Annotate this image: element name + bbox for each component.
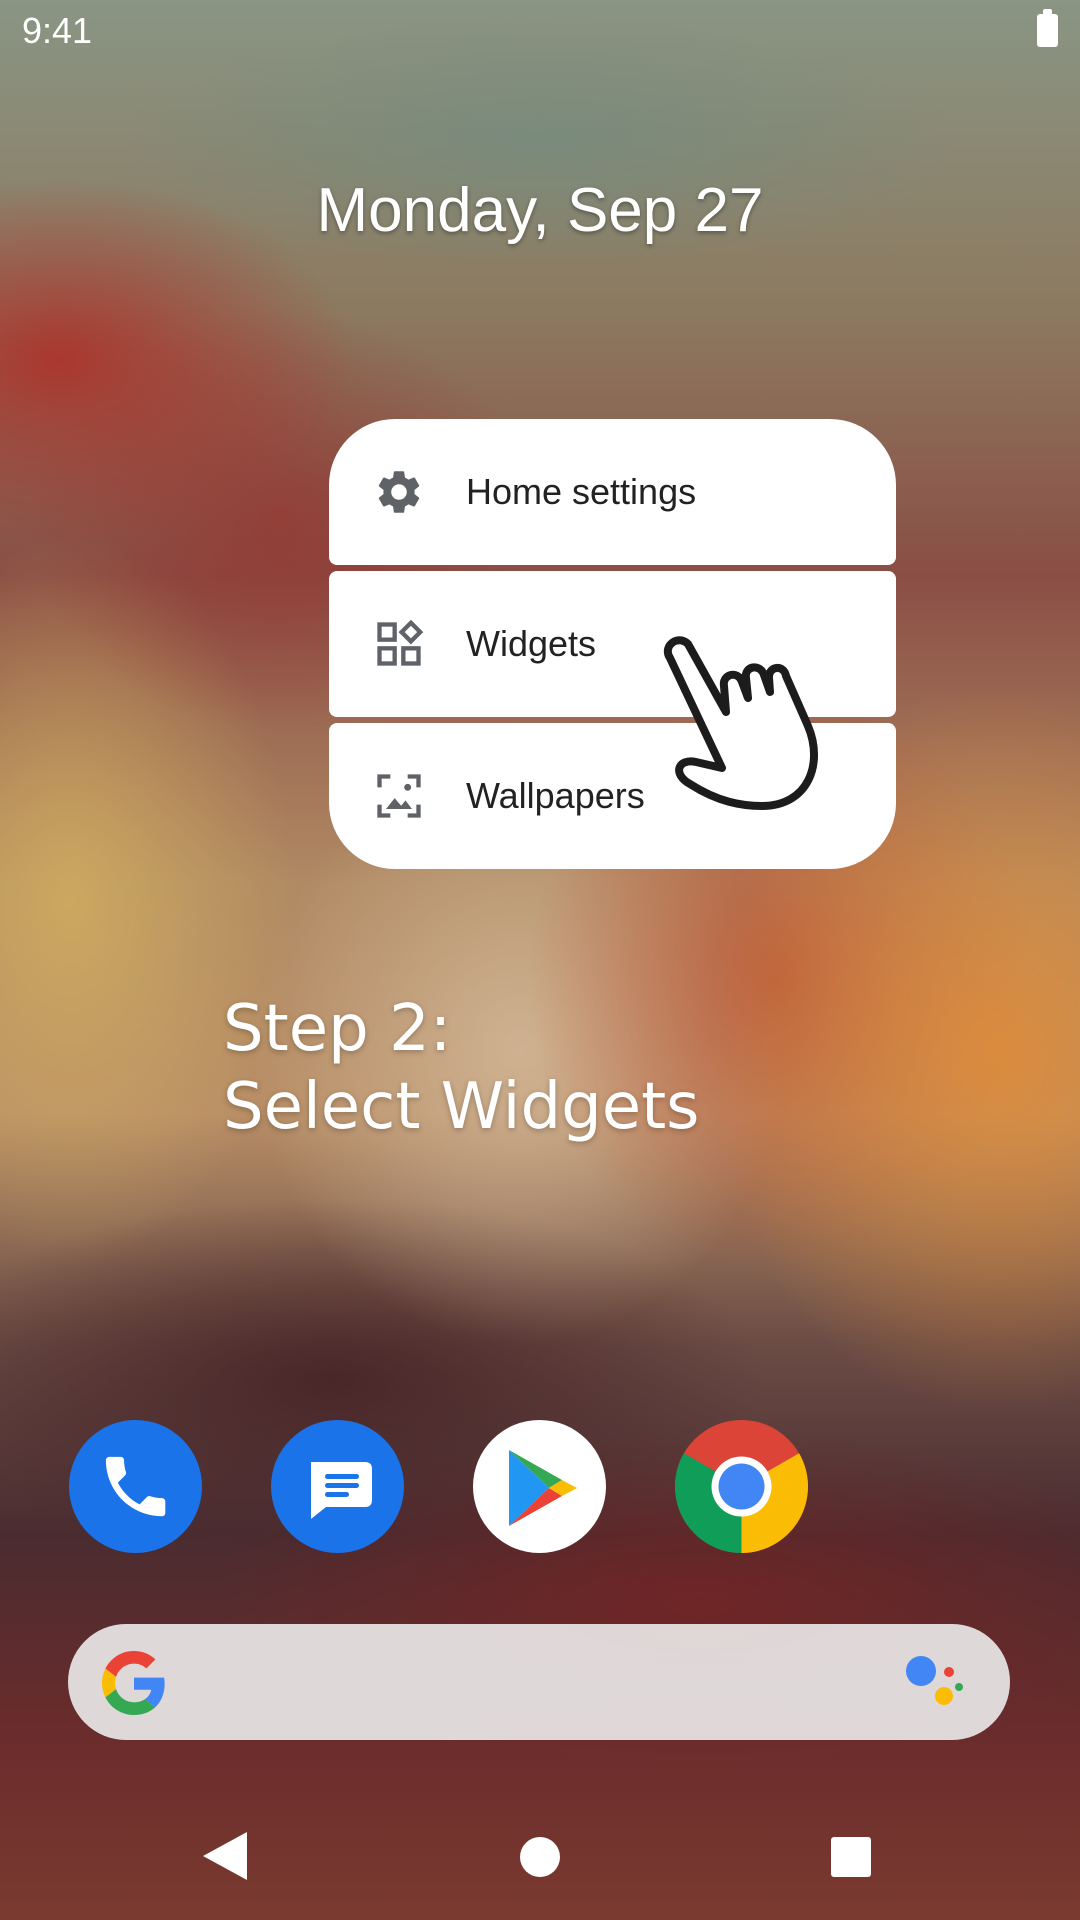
battery-icon	[1037, 9, 1058, 47]
wallpaper-icon	[377, 774, 421, 818]
back-button[interactable]	[203, 1832, 247, 1880]
messages-icon	[311, 1462, 372, 1519]
menu-label-wallpapers: Wallpapers	[466, 775, 645, 816]
menu-label-widgets: Widgets	[466, 623, 597, 664]
chrome-icon	[674, 1420, 809, 1553]
assistant-icon	[906, 1656, 963, 1705]
widgets-icon	[377, 619, 424, 666]
phone-icon	[105, 1456, 166, 1517]
gear-icon	[378, 471, 420, 513]
pointing-hand-icon	[664, 636, 819, 810]
menu-item-home-settings[interactable]: Home settings	[329, 419, 896, 565]
phone-app-icon[interactable]	[69, 1420, 202, 1553]
home-button[interactable]	[520, 1837, 560, 1877]
status-time: 9:41	[22, 10, 93, 51]
step-line-2: Select Widgets	[223, 1070, 700, 1144]
play-store-app-icon[interactable]	[473, 1420, 606, 1553]
chrome-app-icon[interactable]	[674, 1420, 809, 1553]
google-search-bar[interactable]	[68, 1624, 1010, 1740]
recents-button[interactable]	[831, 1837, 871, 1877]
google-g-icon	[102, 1651, 165, 1715]
play-store-icon	[509, 1450, 577, 1526]
messages-app-icon[interactable]	[271, 1420, 404, 1553]
date-widget[interactable]: Monday, Sep 27	[0, 175, 1080, 246]
step-instruction: Step 2: Select Widgets	[223, 990, 700, 1146]
home-screen: 9:41 Monday, Sep 27 Home settings Widget…	[0, 0, 1080, 1920]
step-line-1: Step 2:	[223, 992, 452, 1066]
menu-label-home-settings: Home settings	[466, 471, 697, 512]
